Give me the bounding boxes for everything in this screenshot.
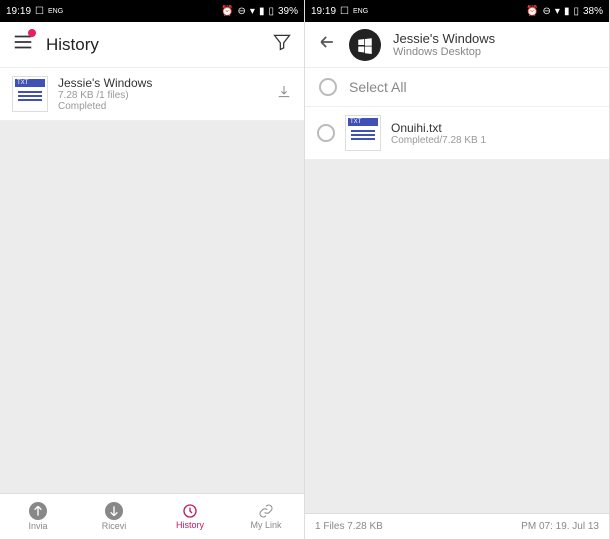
- file-entry[interactable]: TXT Onuihi.txt Completed/7.28 KB 1: [305, 107, 609, 160]
- select-all-radio[interactable]: [319, 78, 337, 96]
- wifi-icon: ▾: [250, 6, 255, 17]
- signal-icon: ▮: [564, 6, 570, 17]
- signal-icon: ▮: [259, 6, 265, 17]
- topbar: Jessie's Windows Windows Desktop: [305, 22, 609, 68]
- nav-mylink[interactable]: My Link: [228, 494, 304, 539]
- file-radio[interactable]: [317, 124, 335, 142]
- statusbar: 19:19 ☐ ENG ⏰ ⊖ ▾ ▮ ▯ 38%: [305, 0, 609, 22]
- entry-status: Completed: [58, 101, 266, 112]
- bottom-nav: Invia Ricevi History My Link: [0, 493, 304, 539]
- device-name: Jessie's Windows: [393, 31, 597, 46]
- back-button[interactable]: [317, 32, 337, 57]
- battery-icon: ▯: [268, 6, 274, 17]
- content: TXT Jessie's Windows 7.28 KB /1 files) C…: [0, 68, 304, 493]
- entry-meta: 7.28 KB /1 files): [58, 90, 266, 101]
- battery-text: 39%: [278, 6, 298, 17]
- topbar: History: [0, 22, 304, 68]
- windows-icon: [349, 29, 381, 61]
- lang-icon: ENG: [353, 8, 368, 15]
- nav-receive[interactable]: Ricevi: [76, 494, 152, 539]
- file-icon: TXT: [345, 115, 381, 151]
- battery-icon: ▯: [573, 6, 579, 17]
- screen-history: 19:19 ☐ ENG ⏰ ⊖ ▾ ▮ ▯ 39% History TXT: [0, 0, 305, 539]
- wifi-icon: ▾: [555, 6, 560, 17]
- card-icon: ☐: [35, 6, 44, 17]
- device-type: Windows Desktop: [393, 46, 597, 58]
- status-time: 19:19: [311, 6, 336, 17]
- nav-history[interactable]: History: [152, 494, 228, 539]
- vpn-icon: ⊖: [543, 6, 551, 17]
- file-icon: TXT: [12, 76, 48, 112]
- footer: 1 Files 7.28 KB PM 07: 19. Jul 13: [305, 513, 609, 539]
- file-meta: Completed/7.28 KB 1: [391, 135, 597, 146]
- nav-send[interactable]: Invia: [0, 494, 76, 539]
- entry-name: Jessie's Windows: [58, 76, 266, 90]
- vpn-icon: ⊖: [238, 6, 246, 17]
- menu-button[interactable]: [12, 31, 34, 58]
- alarm-icon: ⏰: [526, 6, 538, 17]
- footer-summary: 1 Files 7.28 KB: [315, 521, 383, 532]
- select-all-row[interactable]: Select All: [305, 68, 609, 107]
- statusbar: 19:19 ☐ ENG ⏰ ⊖ ▾ ▮ ▯ 39%: [0, 0, 304, 22]
- file-name: Onuihi.txt: [391, 121, 597, 135]
- alarm-icon: ⏰: [221, 6, 233, 17]
- page-title: History: [46, 35, 260, 55]
- lang-icon: ENG: [48, 8, 63, 15]
- footer-timestamp: PM 07: 19. Jul 13: [521, 521, 599, 532]
- content: Select All TXT Onuihi.txt Completed/7.28…: [305, 68, 609, 513]
- filter-button[interactable]: [272, 32, 292, 57]
- screen-detail: 19:19 ☐ ENG ⏰ ⊖ ▾ ▮ ▯ 38% Jessie's Windo…: [305, 0, 610, 539]
- notification-dot: [28, 29, 36, 37]
- card-icon: ☐: [340, 6, 349, 17]
- history-entry[interactable]: TXT Jessie's Windows 7.28 KB /1 files) C…: [0, 68, 304, 121]
- download-icon[interactable]: [276, 84, 292, 105]
- battery-text: 38%: [583, 6, 603, 17]
- status-time: 19:19: [6, 6, 31, 17]
